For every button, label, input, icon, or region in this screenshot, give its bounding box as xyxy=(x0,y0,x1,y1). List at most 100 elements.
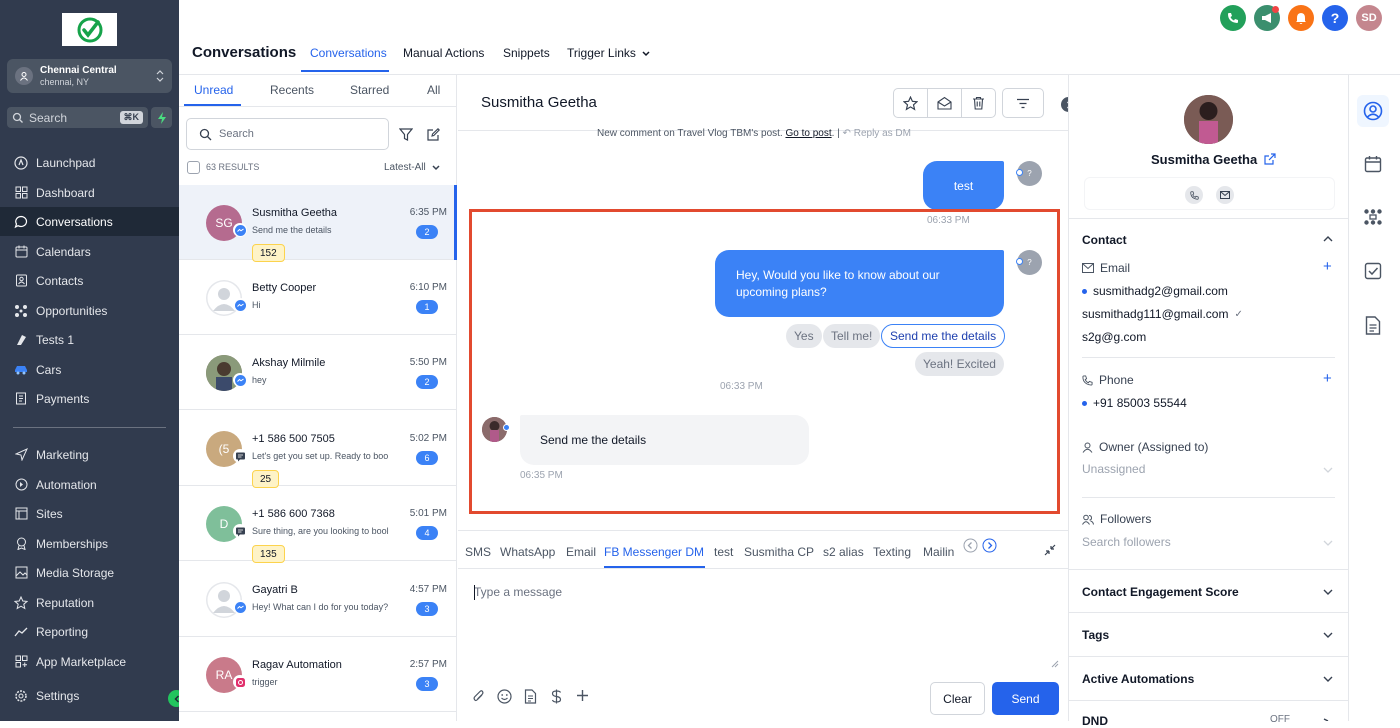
message-input[interactable]: Type a message xyxy=(474,585,562,599)
sidebar-item-automation[interactable]: Automation xyxy=(0,470,179,499)
channel-tab-sms[interactable]: SMS xyxy=(465,545,491,559)
email-secondary[interactable]: susmithadg111@gmail.com ✓ xyxy=(1082,307,1243,321)
quick-reply-yeah-excited[interactable]: Yeah! Excited xyxy=(915,352,1004,376)
rail-opportunities-button[interactable] xyxy=(1357,201,1389,233)
sidebar-item-payments[interactable]: Payments xyxy=(0,384,179,413)
tab-snippets[interactable]: Snippets xyxy=(503,46,550,60)
sidebar-item-sites[interactable]: Sites xyxy=(0,499,179,528)
conversation-item[interactable]: SG Susmitha Geetha Send me the details 6:35… xyxy=(179,185,457,262)
conversation-item[interactable]: Betty Cooper Hi 6:10 PM 1 xyxy=(179,260,457,335)
quick-reply-send-details[interactable]: Send me the details xyxy=(881,324,1006,348)
mark-unread-button[interactable] xyxy=(927,88,962,118)
conversation-item[interactable]: RA Ragav Automation trigger 2:57 PM 3 xyxy=(179,637,457,712)
section-dnd[interactable]: DND xyxy=(1082,714,1108,728)
channel-tab-s2-alias[interactable]: s2 alias xyxy=(823,545,864,559)
rail-notes-button[interactable] xyxy=(1357,309,1389,341)
add-email-button[interactable]: + xyxy=(1323,258,1332,275)
emoji-icon[interactable] xyxy=(497,689,512,704)
location-switcher[interactable]: Chennai Central chennai, NY xyxy=(7,59,172,93)
dollar-icon[interactable] xyxy=(551,689,562,704)
chevron-down-icon[interactable] xyxy=(1323,676,1333,682)
tab-unread[interactable]: Unread xyxy=(194,83,233,97)
compose-icon[interactable] xyxy=(427,128,440,141)
sidebar-item-launchpad[interactable]: Launchpad xyxy=(0,148,179,177)
external-link-icon[interactable] xyxy=(1264,153,1276,165)
conversation-item[interactable]: D +1 586 600 7368 Sure thing, are you look… xyxy=(179,486,457,563)
tab-starred[interactable]: Starred xyxy=(350,83,389,97)
phone-value[interactable]: +91 85003 55544 xyxy=(1082,396,1187,410)
tab-recents[interactable]: Recents xyxy=(270,83,314,97)
sidebar-item-calendars[interactable]: Calendars xyxy=(0,237,179,266)
sidebar-item-contacts[interactable]: Contacts xyxy=(0,266,179,295)
rail-tasks-button[interactable] xyxy=(1357,255,1389,287)
channel-tab-mailing[interactable]: Mailin xyxy=(923,545,956,559)
tab-conversations[interactable]: Conversations xyxy=(310,46,387,60)
conversation-item[interactable]: Gayatri B Hey! What can I do for you toda… xyxy=(179,562,457,637)
quick-reply-yes[interactable]: Yes xyxy=(786,324,822,348)
sidebar-item-conversations[interactable]: Conversations xyxy=(0,207,179,236)
send-button[interactable]: Send xyxy=(992,682,1059,715)
call-contact-button[interactable] xyxy=(1185,186,1203,204)
email-contact-button[interactable] xyxy=(1216,186,1234,204)
scroll-right-icon[interactable] xyxy=(982,538,997,553)
go-to-post-link[interactable]: Go to post xyxy=(785,128,831,139)
delete-button[interactable] xyxy=(961,88,996,118)
document-icon[interactable] xyxy=(524,689,537,704)
channel-tab-whatsapp[interactable]: WhatsApp xyxy=(500,545,555,559)
sort-dropdown[interactable]: Latest-All xyxy=(384,162,440,173)
quick-action-button[interactable] xyxy=(151,107,172,128)
chevron-down-icon[interactable] xyxy=(1323,540,1333,546)
tab-all[interactable]: All xyxy=(427,83,440,97)
sidebar-item-app-marketplace[interactable]: App Marketplace xyxy=(0,647,179,676)
notifications-button[interactable] xyxy=(1288,5,1314,31)
sidebar-item-reporting[interactable]: Reporting xyxy=(0,617,179,646)
sidebar-item-media-storage[interactable]: Media Storage xyxy=(0,558,179,587)
filter-messages-button[interactable] xyxy=(1002,88,1044,118)
section-tags[interactable]: Tags xyxy=(1082,628,1109,642)
resize-handle-icon[interactable] xyxy=(1051,660,1059,668)
tab-trigger-links[interactable]: Trigger Links xyxy=(567,46,650,60)
conversation-item[interactable]: Akshay Milmile hey 5:50 PM 2 xyxy=(179,335,457,410)
followers-search[interactable]: Search followers xyxy=(1082,535,1171,549)
email-primary[interactable]: susmithadg2@gmail.com xyxy=(1082,284,1228,298)
section-engagement-score[interactable]: Contact Engagement Score xyxy=(1082,585,1239,599)
phone-button[interactable] xyxy=(1220,5,1246,31)
chevron-down-icon[interactable] xyxy=(1323,632,1333,638)
user-avatar[interactable]: SD xyxy=(1356,5,1382,31)
conversation-item[interactable]: (5 +1 586 500 7505 Let's get you set up. R… xyxy=(179,411,457,488)
reply-as-dm-link[interactable]: ↶ Reply as DM xyxy=(843,128,911,139)
sidebar-item-marketing[interactable]: Marketing xyxy=(0,440,179,469)
filter-icon[interactable] xyxy=(399,128,413,141)
email-tertiary[interactable]: s2g@g.com xyxy=(1082,330,1146,344)
sidebar-item-cars[interactable]: Cars xyxy=(0,355,179,384)
channel-tab-fb-messenger[interactable]: FB Messenger DM xyxy=(604,545,704,559)
announcements-button[interactable] xyxy=(1254,5,1280,31)
clear-button[interactable]: Clear xyxy=(930,682,985,715)
channel-tab-susmitha-cp[interactable]: Susmitha CP xyxy=(744,545,814,559)
channel-tab-texting[interactable]: Texting xyxy=(873,545,911,559)
sidebar-item-reputation[interactable]: Reputation xyxy=(0,588,179,617)
chevron-down-icon[interactable] xyxy=(1323,589,1333,595)
sidebar-item-settings[interactable]: Settings xyxy=(0,681,179,710)
company-logo[interactable] xyxy=(62,13,117,46)
sidebar-item-opportunities[interactable]: Opportunities xyxy=(0,296,179,325)
sidebar-item-tests[interactable]: Tests 1 xyxy=(0,325,179,354)
channel-tab-email[interactable]: Email xyxy=(566,545,596,559)
collapse-composer-icon[interactable] xyxy=(1044,544,1056,556)
chevron-down-icon[interactable] xyxy=(1323,467,1333,473)
sidebar-item-dashboard[interactable]: Dashboard xyxy=(0,178,179,207)
chevron-up-icon[interactable] xyxy=(1323,236,1333,242)
tab-manual-actions[interactable]: Manual Actions xyxy=(403,46,484,60)
owner-select[interactable]: Unassigned xyxy=(1082,462,1145,476)
star-button[interactable] xyxy=(893,88,928,118)
attachment-icon[interactable] xyxy=(472,689,485,704)
sidebar-search[interactable]: Search ⌘K xyxy=(7,107,148,128)
section-contact[interactable]: Contact xyxy=(1082,233,1127,247)
add-phone-button[interactable]: + xyxy=(1323,370,1332,387)
section-active-automations[interactable]: Active Automations xyxy=(1082,672,1194,686)
rail-calendar-button[interactable] xyxy=(1357,148,1389,180)
quick-reply-tell-me[interactable]: Tell me! xyxy=(823,324,881,348)
plus-icon[interactable] xyxy=(576,689,589,702)
select-all-checkbox[interactable] xyxy=(187,161,200,174)
conversation-search-input[interactable]: Search xyxy=(186,118,389,150)
